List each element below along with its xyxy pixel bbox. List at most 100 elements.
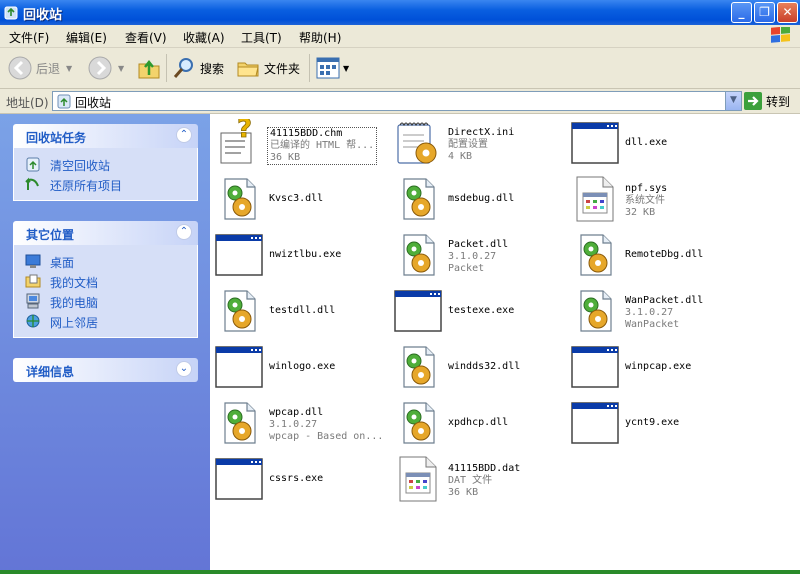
file-item[interactable]: dll.exe [571, 117, 751, 169]
exe-window-icon [571, 343, 619, 391]
back-button[interactable]: 后退 ▼ [8, 54, 72, 82]
file-name: cssrs.exe [269, 473, 324, 484]
address-label: 地址(D) [6, 96, 49, 110]
file-item[interactable]: testdll.dll [215, 285, 395, 337]
my-computer-icon [26, 293, 40, 309]
file-item[interactable]: msdebug.dll [394, 173, 574, 225]
other-places-header[interactable]: 其它位置 ⌃ [13, 221, 198, 245]
menu-file[interactable]: 文件(F) [9, 29, 49, 46]
forward-button[interactable]: ▼ [88, 54, 124, 82]
menu-bar: 文件(F) 编辑(E) 查看(V) 收藏(A) 工具(T) 帮助(H) [0, 25, 800, 48]
search-button[interactable]: 搜索 [172, 54, 224, 82]
exe-window-icon [571, 119, 619, 167]
file-item[interactable]: cssrs.exe [215, 453, 395, 505]
folders-button[interactable]: 文件夹 [236, 54, 300, 82]
forward-arrow-icon [88, 56, 112, 80]
file-item[interactable]: nwiztlbu.exe [215, 229, 395, 281]
file-name: nwiztlbu.exe [269, 249, 342, 260]
views-dropdown-icon: ▼ [343, 63, 350, 73]
menu-view[interactable]: 查看(V) [125, 29, 167, 46]
address-dropdown-icon[interactable]: ▼ [725, 92, 741, 110]
file-item[interactable]: npf.sys 系统文件 32 KB [571, 173, 751, 225]
file-size: 36 KB [448, 487, 479, 498]
file-name: npf.sys [625, 183, 668, 194]
file-item[interactable]: winpcap.exe [571, 341, 751, 393]
recycle-tasks-title: 回收站任务 [26, 131, 87, 145]
maximize-button[interactable]: ❐ [754, 2, 775, 23]
menu-favorites[interactable]: 收藏(A) [183, 29, 225, 46]
place-desktop[interactable]: 桌面 [14, 251, 197, 271]
up-folder-button[interactable] [136, 54, 162, 82]
maximize-icon: ❐ [759, 5, 770, 19]
folders-label: 文件夹 [264, 61, 301, 76]
minimize-button[interactable]: _ [731, 2, 752, 23]
taskbar-edge [0, 570, 800, 574]
place-label: 桌面 [50, 256, 75, 270]
recycle-bin-small-icon [57, 94, 71, 109]
place-label: 我的文档 [50, 276, 99, 290]
details-title: 详细信息 [26, 365, 75, 379]
close-button[interactable]: ✕ [777, 2, 798, 23]
file-name: Kvsc3.dll [269, 193, 324, 204]
file-item[interactable]: 41115BDD.dat DAT 文件 36 KB [394, 453, 574, 505]
close-icon: ✕ [782, 5, 793, 19]
collapse-chevron-icon[interactable]: ⌃ [176, 127, 192, 143]
ini-config-icon [394, 119, 442, 167]
file-name: winlogo.exe [269, 361, 336, 372]
exe-window-icon [215, 231, 263, 279]
toolbar: 后退 ▼ ▼ 搜索 文件夹 ▼ [0, 48, 800, 89]
title-bar[interactable]: 回收站 _ ❐ ✕ [0, 0, 800, 25]
file-item[interactable]: ycnt9.exe [571, 397, 751, 449]
file-item[interactable]: xpdhcp.dll [394, 397, 574, 449]
back-label: 后退 [36, 61, 61, 76]
exe-window-icon [571, 399, 619, 447]
menu-help[interactable]: 帮助(H) [299, 29, 341, 46]
dll-gear-icon [394, 399, 442, 447]
file-name: 41115BDD.dat [448, 463, 521, 474]
task-empty-recycle-bin[interactable]: 清空回收站 [14, 154, 197, 174]
go-button[interactable]: 转到 [744, 92, 790, 110]
file-item[interactable]: testexe.exe [394, 285, 574, 337]
details-header[interactable]: 详细信息 ⌄ [13, 358, 198, 382]
file-item[interactable]: 41115BDD.chm 已编译的 HTML 帮... 36 KB [215, 117, 395, 169]
file-description: wpcap - Based on... [269, 431, 384, 442]
place-label: 我的电脑 [50, 296, 99, 310]
file-item[interactable]: wpcap.dll 3.1.0.27 wpcap - Based on... [215, 397, 395, 449]
collapse-chevron-icon[interactable]: ⌃ [176, 224, 192, 240]
expand-chevron-icon[interactable]: ⌄ [176, 361, 192, 377]
forward-dropdown-icon[interactable]: ▼ [118, 64, 124, 73]
views-button[interactable]: ▼ [316, 54, 349, 82]
network-icon [26, 314, 40, 328]
file-item[interactable]: DirectX.ini 配置设置 4 KB [394, 117, 574, 169]
menu-edit[interactable]: 编辑(E) [66, 29, 107, 46]
file-item[interactable]: winlogo.exe [215, 341, 395, 393]
file-name: RemoteDbg.dll [625, 249, 704, 260]
file-name: testexe.exe [448, 305, 515, 316]
file-item[interactable]: RemoteDbg.dll [571, 229, 751, 281]
menu-tools[interactable]: 工具(T) [241, 29, 282, 46]
task-restore-all[interactable]: 还原所有项目 [14, 174, 197, 194]
details-panel: 详细信息 ⌄ [13, 358, 198, 382]
exe-window-icon [215, 455, 263, 503]
file-item[interactable]: windds32.dll [394, 341, 574, 393]
dll-gear-icon [394, 343, 442, 391]
file-name: windds32.dll [448, 361, 521, 372]
place-my-computer[interactable]: 我的电脑 [14, 291, 197, 311]
recycle-tasks-header[interactable]: 回收站任务 ⌃ [13, 124, 198, 148]
place-my-documents[interactable]: 我的文档 [14, 271, 197, 291]
file-size: 32 KB [625, 207, 656, 218]
file-item[interactable]: Kvsc3.dll [215, 173, 395, 225]
file-description: WanPacket [625, 319, 680, 330]
address-input[interactable]: 回收站 ▼ [52, 91, 742, 111]
search-label: 搜索 [200, 61, 225, 76]
file-item[interactable]: WanPacket.dll 3.1.0.27 WanPacket [571, 285, 751, 337]
file-name: Packet.dll [448, 239, 509, 250]
file-name: WanPacket.dll [625, 295, 704, 306]
place-network[interactable]: 网上邻居 [14, 311, 197, 331]
file-description: Packet [448, 263, 485, 274]
file-item[interactable]: Packet.dll 3.1.0.27 Packet [394, 229, 574, 281]
exe-window-icon [215, 343, 263, 391]
file-name: 41115BDD.chm [270, 128, 343, 139]
file-name: wpcap.dll [269, 407, 324, 418]
back-dropdown-icon[interactable]: ▼ [66, 64, 72, 73]
